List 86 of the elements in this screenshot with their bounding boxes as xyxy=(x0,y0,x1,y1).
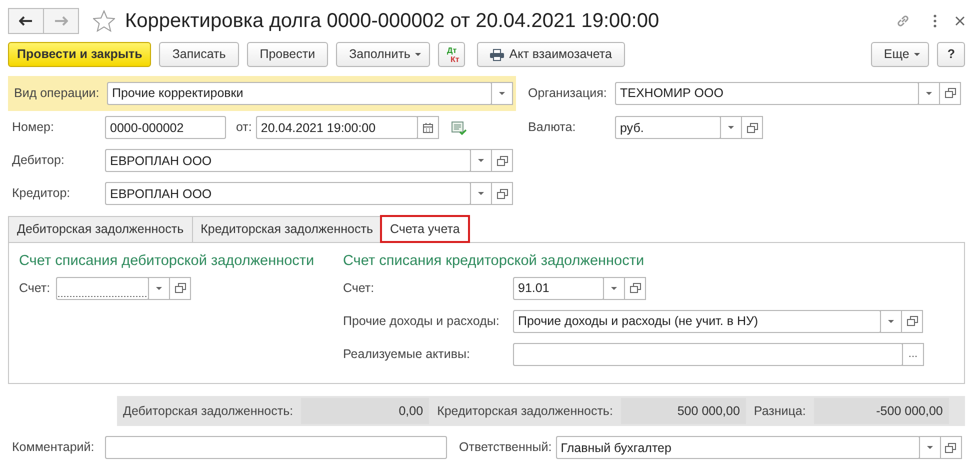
field-label: Ответственный: xyxy=(459,439,552,456)
field-label: Кредитор: xyxy=(12,185,72,202)
open-button[interactable] xyxy=(939,82,961,104)
close-icon xyxy=(955,16,965,26)
forward-arrow-icon xyxy=(54,16,68,26)
more-icon xyxy=(933,14,937,28)
input-field[interactable] xyxy=(513,342,903,366)
input-field[interactable]: руб. xyxy=(615,116,721,139)
input-field[interactable]: Прочие корректировки xyxy=(107,82,492,104)
input-field[interactable] xyxy=(105,436,447,459)
tab[interactable]: Дебиторская задолженность xyxy=(8,216,193,242)
open-button[interactable] xyxy=(491,149,513,172)
back-button[interactable] xyxy=(8,8,44,34)
open-button[interactable] xyxy=(940,436,962,459)
open-window-icon xyxy=(496,156,508,166)
total-value: 0,00 xyxy=(301,398,430,424)
open-button[interactable] xyxy=(901,310,923,333)
caret-icon xyxy=(914,53,920,56)
print-button[interactable]: Акт взаимозачета xyxy=(477,42,625,67)
help-button[interactable]: ? xyxy=(937,42,965,67)
field-label: Счет: xyxy=(19,280,52,297)
caret-icon xyxy=(888,320,894,323)
toolbar-button[interactable]: Провести xyxy=(246,42,328,67)
printer-icon xyxy=(490,48,504,60)
caret-icon xyxy=(728,126,734,129)
document-check-icon xyxy=(450,120,467,134)
open-button[interactable] xyxy=(624,276,646,300)
tab[interactable]: Кредиторская задолженность xyxy=(192,216,382,242)
post-close-button[interactable]: Провести и закрыть xyxy=(8,42,152,67)
menu-button[interactable]: Заполнить xyxy=(336,42,430,67)
group-title: Счет списания дебиторской задолженности xyxy=(19,252,316,271)
field-label: Реализуемые активы: xyxy=(343,346,471,363)
field-label: Дебитор: xyxy=(12,152,66,170)
field-label: Организация: xyxy=(528,84,608,102)
debit-credit-button[interactable]: Дт Кт xyxy=(438,42,466,67)
calendar-button[interactable] xyxy=(416,116,439,139)
open-button[interactable] xyxy=(741,116,763,139)
field-label: от: xyxy=(236,119,252,136)
open-window-icon xyxy=(496,188,508,198)
total-value: -500 000,00 xyxy=(814,398,949,424)
back-arrow-icon xyxy=(19,16,33,26)
window-title: Корректировка долга 0000-000002 от 20.04.2021 19:00:00 xyxy=(125,9,660,33)
link-icon xyxy=(895,13,911,29)
field-label: Счет: xyxy=(343,280,376,297)
caret-icon xyxy=(926,446,933,449)
open-window-icon xyxy=(174,283,186,294)
caret-icon xyxy=(478,192,484,195)
caret-icon xyxy=(415,53,422,56)
input-field[interactable]: ЕВРОПЛАН ООО xyxy=(105,182,471,205)
open-window-icon xyxy=(944,88,956,98)
field-label: Разница: xyxy=(754,402,806,420)
field-label: Комментарий: xyxy=(12,439,96,456)
caret-icon xyxy=(478,159,484,162)
input-field[interactable] xyxy=(56,276,149,300)
calendar-icon xyxy=(422,122,433,132)
open-window-icon xyxy=(945,442,956,452)
field-label: Прочие доходы и расходы: xyxy=(343,312,500,330)
open-window-icon xyxy=(746,122,758,132)
dropdown-button[interactable] xyxy=(491,82,513,104)
choose-button[interactable]: ... xyxy=(902,342,924,366)
input-field[interactable]: 0000-000002 xyxy=(105,116,226,139)
input-field[interactable]: Главный бухгалтер xyxy=(556,436,920,459)
open-window-icon xyxy=(906,316,918,326)
group-title: Счет списания кредиторской задолженности xyxy=(343,252,646,271)
input-field[interactable]: 91.01 xyxy=(513,276,604,300)
caret-icon xyxy=(611,286,617,290)
field-label: Вид операции: xyxy=(14,84,100,102)
total-value: 500 000,00 xyxy=(620,398,746,424)
toolbar-button[interactable]: Записать xyxy=(159,42,239,67)
input-field[interactable]: Прочие доходы и расходы (не учит. в НУ) xyxy=(513,310,881,333)
open-button[interactable] xyxy=(491,182,513,205)
menu-button[interactable]: Еще xyxy=(870,42,930,67)
input-field[interactable]: ЕВРОПЛАН ООО xyxy=(105,149,471,172)
input-field[interactable]: ТЕХНОМИР ООО xyxy=(615,82,919,104)
field-label: Кредиторская задолженность: xyxy=(437,402,613,420)
field-label: Валюта: xyxy=(528,119,577,136)
caret-icon xyxy=(499,92,505,94)
input-field[interactable]: 20.04.2021 19:00:00 xyxy=(256,116,418,139)
field-label: Номер: xyxy=(12,119,55,136)
open-window-icon xyxy=(630,283,640,294)
caret-icon xyxy=(156,286,162,290)
star-icon[interactable] xyxy=(93,10,115,32)
tab[interactable]: Счета учета xyxy=(380,216,469,242)
field-label: Дебиторская задолженность: xyxy=(123,402,294,420)
caret-icon xyxy=(926,92,932,94)
open-button[interactable] xyxy=(169,276,191,300)
